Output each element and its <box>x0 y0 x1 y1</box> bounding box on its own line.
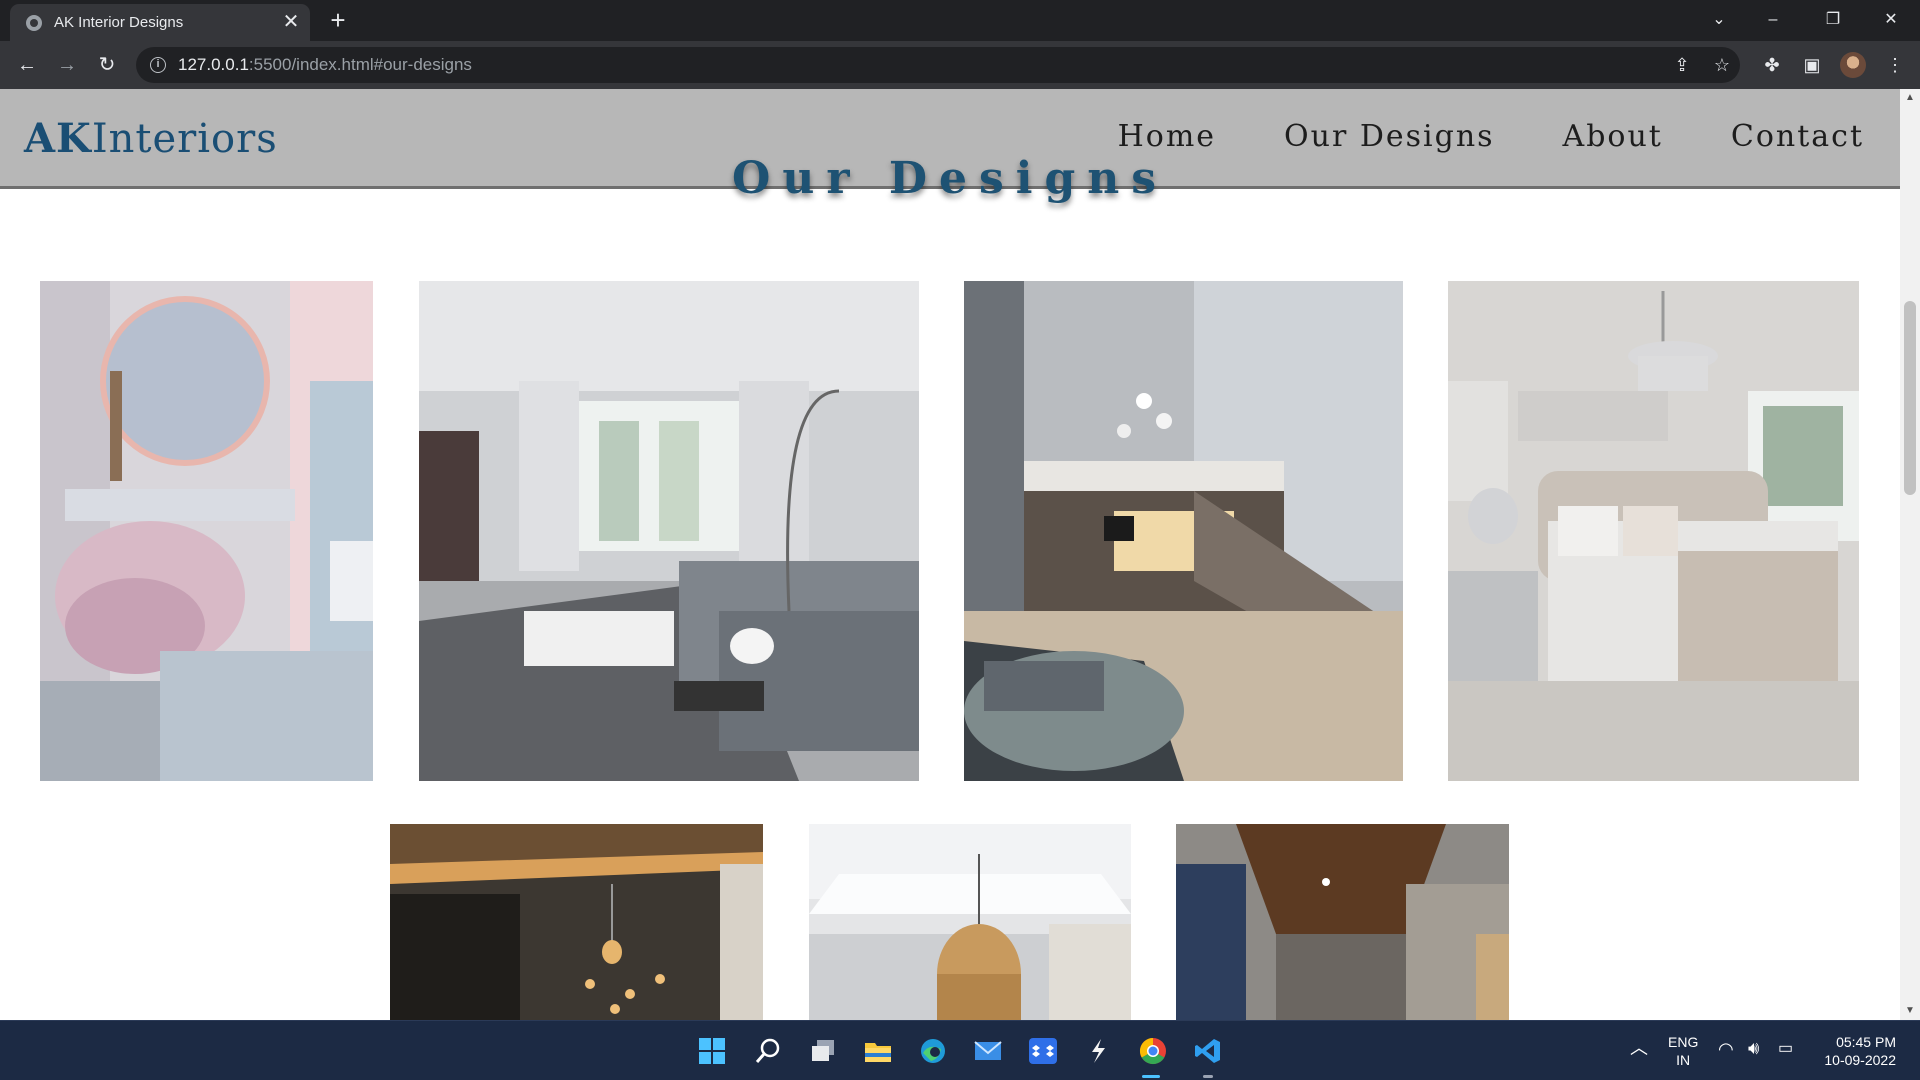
chrome-icon[interactable] <box>1135 1033 1171 1069</box>
close-tab-icon[interactable]: ✕ <box>280 11 302 33</box>
scroll-thumb[interactable] <box>1904 301 1916 495</box>
dark-lounge-pendant-image[interactable] <box>390 824 763 1020</box>
extensions-icon[interactable]: ✤ <box>1757 50 1787 80</box>
wood-ceiling-corridor-image[interactable] <box>1176 824 1509 1020</box>
reload-icon[interactable]: ↻ <box>90 49 124 81</box>
wood-pendant-ceiling-image[interactable] <box>809 824 1131 1020</box>
scroll-up-arrow-icon[interactable]: ▲ <box>1900 89 1920 107</box>
grey-living-room-image[interactable] <box>419 281 919 781</box>
search-icon[interactable] <box>750 1033 786 1069</box>
new-tab-button[interactable]: + <box>324 6 352 34</box>
edge-icon[interactable] <box>915 1033 951 1069</box>
mail-icon[interactable] <box>970 1033 1006 1069</box>
loft-living-room-image[interactable] <box>964 281 1403 781</box>
section-title: Our Designs <box>732 153 1168 204</box>
menu-kebab-icon[interactable]: ⋮ <box>1880 50 1910 80</box>
nav-our-designs[interactable]: Our Designs <box>1284 119 1495 154</box>
share-icon[interactable]: ⇪ <box>1668 51 1696 79</box>
chevron-up-icon[interactable]: ︿ <box>1630 1039 1648 1057</box>
clock[interactable]: 05:45 PM 10-09-2022 <box>1818 1033 1896 1069</box>
nav-contact[interactable]: Contact <box>1731 119 1864 154</box>
forward-arrow-icon[interactable]: → <box>50 49 84 81</box>
globe-icon <box>26 15 42 31</box>
page-viewport: AKInteriors Home Our Designs About Conta… <box>0 89 1900 1020</box>
battery-icon[interactable]: ▭ <box>1778 1040 1793 1058</box>
side-panel-icon[interactable]: ▣ <box>1797 50 1827 80</box>
url-text[interactable]: 127.0.0.1:5500/index.html#our-designs <box>178 55 472 75</box>
dropbox-icon[interactable] <box>1025 1033 1061 1069</box>
arrow-app-icon[interactable] <box>1080 1033 1116 1069</box>
star-icon[interactable]: ☆ <box>1708 51 1736 79</box>
scroll-down-arrow-icon[interactable]: ▼ <box>1900 1002 1920 1020</box>
back-arrow-icon[interactable]: ← <box>10 49 44 81</box>
browser-tab[interactable]: AK Interior Designs ✕ <box>10 4 310 41</box>
info-icon[interactable]: i <box>150 57 166 73</box>
chevron-down-icon[interactable]: ⌄ <box>1706 8 1732 32</box>
close-window-icon[interactable]: ✕ <box>1868 4 1914 36</box>
chrome-active-indicator <box>1142 1075 1160 1078</box>
browser-tab-strip: AK Interior Designs ✕ + ⌄ – ❐ ✕ <box>0 0 1920 41</box>
grey-bedroom-image[interactable] <box>1448 281 1859 781</box>
file-explorer-icon[interactable] <box>860 1033 896 1069</box>
main-nav: Home Our Designs About Contact <box>1118 119 1864 154</box>
nav-about[interactable]: About <box>1563 119 1663 154</box>
nav-home[interactable]: Home <box>1118 119 1216 154</box>
windows-taskbar: ︿ ENG IN ◠ 🔊︎ ▭ 05:45 PM 10-09-2022 <box>0 1020 1920 1080</box>
restore-icon[interactable]: ❐ <box>1810 4 1856 36</box>
profile-avatar[interactable] <box>1840 52 1866 78</box>
language-indicator[interactable]: ENG IN <box>1668 1033 1698 1069</box>
windows-start-icon[interactable] <box>694 1033 730 1069</box>
address-bar[interactable]: i 127.0.0.1:5500/index.html#our-designs … <box>136 47 1740 83</box>
browser-toolbar: ← → ↻ i 127.0.0.1:5500/index.html#our-de… <box>0 41 1920 89</box>
pink-vanity-room-image[interactable] <box>40 281 373 781</box>
volume-icon[interactable]: 🔊︎ <box>1748 1039 1759 1057</box>
wifi-icon[interactable]: ◠ <box>1718 1040 1734 1058</box>
vscode-icon[interactable] <box>1190 1033 1226 1069</box>
minimize-icon[interactable]: – <box>1750 4 1796 36</box>
task-view-icon[interactable] <box>805 1033 841 1069</box>
vscode-open-indicator <box>1203 1075 1213 1078</box>
page-scrollbar[interactable]: ▲ ▼ <box>1900 89 1920 1020</box>
tab-title: AK Interior Designs <box>54 14 184 31</box>
